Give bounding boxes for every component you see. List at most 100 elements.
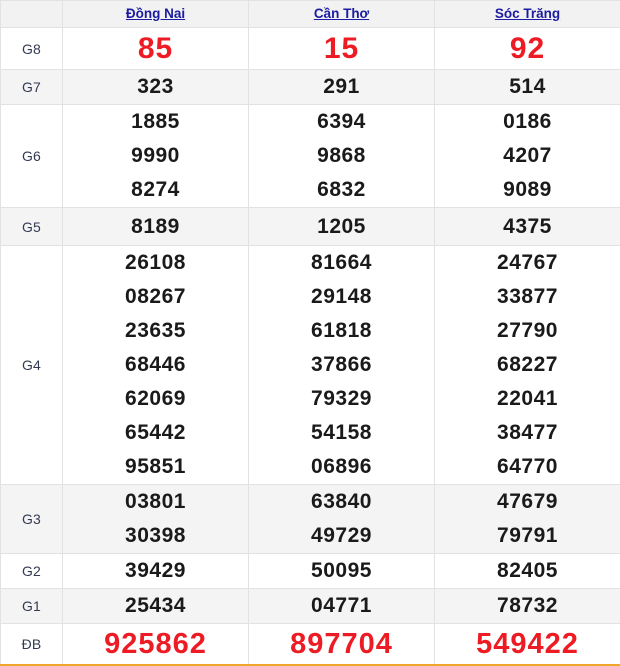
- lottery-results-panel: Đồng Nai Cần Thơ Sóc Trăng G8851592G7323…: [0, 0, 620, 651]
- prize-number: 37866: [249, 348, 434, 382]
- table-row: G5818912054375: [1, 208, 620, 246]
- prize-numbers-g5-col3: 4375: [435, 208, 620, 246]
- prize-number: 82405: [435, 554, 620, 588]
- table-header: Đồng Nai Cần Thơ Sóc Trăng: [1, 1, 620, 28]
- prize-numbers-b-col2: 897704: [249, 624, 435, 666]
- prize-number: 4375: [435, 210, 620, 244]
- prize-numbers-b-col3: 549422: [435, 624, 620, 666]
- prize-number: 291: [249, 70, 434, 104]
- prize-number: 6832: [249, 173, 434, 207]
- province-link-can-tho[interactable]: Cần Thơ: [314, 6, 369, 22]
- prize-number: 8274: [63, 173, 248, 207]
- prize-number: 549422: [435, 624, 620, 664]
- prize-number: 9868: [249, 139, 434, 173]
- prize-number: 514: [435, 70, 620, 104]
- table-body: G8851592G7323291514G61885999082746394986…: [1, 28, 620, 666]
- prize-label-g6: G6: [1, 105, 63, 208]
- prize-numbers-g6-col2: 639498686832: [249, 105, 435, 208]
- prize-label-g4: G4: [1, 246, 63, 485]
- prize-number: 81664: [249, 246, 434, 280]
- prize-number: 23635: [63, 314, 248, 348]
- province-link-soc-trang[interactable]: Sóc Trăng: [495, 6, 560, 22]
- table-row: G1254340477178732: [1, 589, 620, 624]
- prize-numbers-g5-col2: 1205: [249, 208, 435, 246]
- prize-label-g7: G7: [1, 70, 63, 105]
- prize-number: 26108: [63, 246, 248, 280]
- prize-number: 06896: [249, 450, 434, 484]
- prize-label-b: ĐB: [1, 624, 63, 666]
- prize-label-g3: G3: [1, 485, 63, 554]
- prize-numbers-g7-col2: 291: [249, 70, 435, 105]
- prize-number: 9089: [435, 173, 620, 207]
- prize-number: 323: [63, 70, 248, 104]
- prize-numbers-g6-col1: 188599908274: [63, 105, 249, 208]
- prize-number: 61818: [249, 314, 434, 348]
- prize-numbers-g2-col1: 39429: [63, 554, 249, 589]
- prize-number: 25434: [63, 589, 248, 623]
- prize-number: 85: [63, 29, 248, 69]
- prize-label-g8: G8: [1, 28, 63, 70]
- prize-numbers-g1-col1: 25434: [63, 589, 249, 624]
- prize-number: 03801: [63, 485, 248, 519]
- prize-number: 78732: [435, 589, 620, 623]
- table-row: G6188599908274639498686832018642079089: [1, 105, 620, 208]
- prize-numbers-g1-col3: 78732: [435, 589, 620, 624]
- province-header-0: Đồng Nai: [63, 1, 249, 28]
- prize-number: 47679: [435, 485, 620, 519]
- prize-number: 8189: [63, 210, 248, 244]
- prize-number: 1885: [63, 105, 248, 139]
- table-row: G426108082672363568446620696544295851816…: [1, 246, 620, 485]
- prize-numbers-g1-col2: 04771: [249, 589, 435, 624]
- prize-number: 30398: [63, 519, 248, 553]
- prize-numbers-g4-col1: 26108082672363568446620696544295851: [63, 246, 249, 485]
- prize-numbers-g5-col1: 8189: [63, 208, 249, 246]
- prize-number: 64770: [435, 450, 620, 484]
- prize-numbers-g7-col1: 323: [63, 70, 249, 105]
- prize-number: 95851: [63, 450, 248, 484]
- prize-numbers-g2-col2: 50095: [249, 554, 435, 589]
- prize-column-header: [1, 1, 63, 28]
- prize-number: 6394: [249, 105, 434, 139]
- prize-numbers-g4-col2: 81664291486181837866793295415806896: [249, 246, 435, 485]
- prize-numbers-g4-col3: 24767338772779068227220413847764770: [435, 246, 620, 485]
- prize-numbers-g7-col3: 514: [435, 70, 620, 105]
- table-row: G2394295009582405: [1, 554, 620, 589]
- prize-number: 92: [435, 29, 620, 69]
- prize-number: 68227: [435, 348, 620, 382]
- prize-number: 4207: [435, 139, 620, 173]
- prize-numbers-g8-col2: 15: [249, 28, 435, 70]
- prize-number: 9990: [63, 139, 248, 173]
- province-link-dong-nai[interactable]: Đồng Nai: [126, 6, 185, 22]
- prize-number: 925862: [63, 624, 248, 664]
- table-row: G8851592: [1, 28, 620, 70]
- table-row: G3038013039863840497294767979791: [1, 485, 620, 554]
- prize-numbers-g8-col3: 92: [435, 28, 620, 70]
- prize-label-g5: G5: [1, 208, 63, 246]
- province-header-2: Sóc Trăng: [435, 1, 620, 28]
- prize-number: 27790: [435, 314, 620, 348]
- prize-number: 79791: [435, 519, 620, 553]
- prize-numbers-g6-col3: 018642079089: [435, 105, 620, 208]
- prize-number: 08267: [63, 280, 248, 314]
- prize-numbers-b-col1: 925862: [63, 624, 249, 666]
- table-row: G7323291514: [1, 70, 620, 105]
- table-row: ĐB925862897704549422: [1, 624, 620, 666]
- prize-numbers-g3-col1: 0380130398: [63, 485, 249, 554]
- prize-number: 04771: [249, 589, 434, 623]
- province-header-1: Cần Thơ: [249, 1, 435, 28]
- prize-number: 63840: [249, 485, 434, 519]
- prize-numbers-g2-col3: 82405: [435, 554, 620, 589]
- prize-numbers-g3-col2: 6384049729: [249, 485, 435, 554]
- prize-number: 33877: [435, 280, 620, 314]
- prize-number: 897704: [249, 624, 434, 664]
- prize-number: 50095: [249, 554, 434, 588]
- prize-label-g2: G2: [1, 554, 63, 589]
- table-header-row: Đồng Nai Cần Thơ Sóc Trăng: [1, 1, 620, 28]
- prize-number: 54158: [249, 416, 434, 450]
- prize-number: 65442: [63, 416, 248, 450]
- prize-numbers-g8-col1: 85: [63, 28, 249, 70]
- prize-number: 38477: [435, 416, 620, 450]
- prize-number: 0186: [435, 105, 620, 139]
- prize-number: 29148: [249, 280, 434, 314]
- prize-number: 1205: [249, 210, 434, 244]
